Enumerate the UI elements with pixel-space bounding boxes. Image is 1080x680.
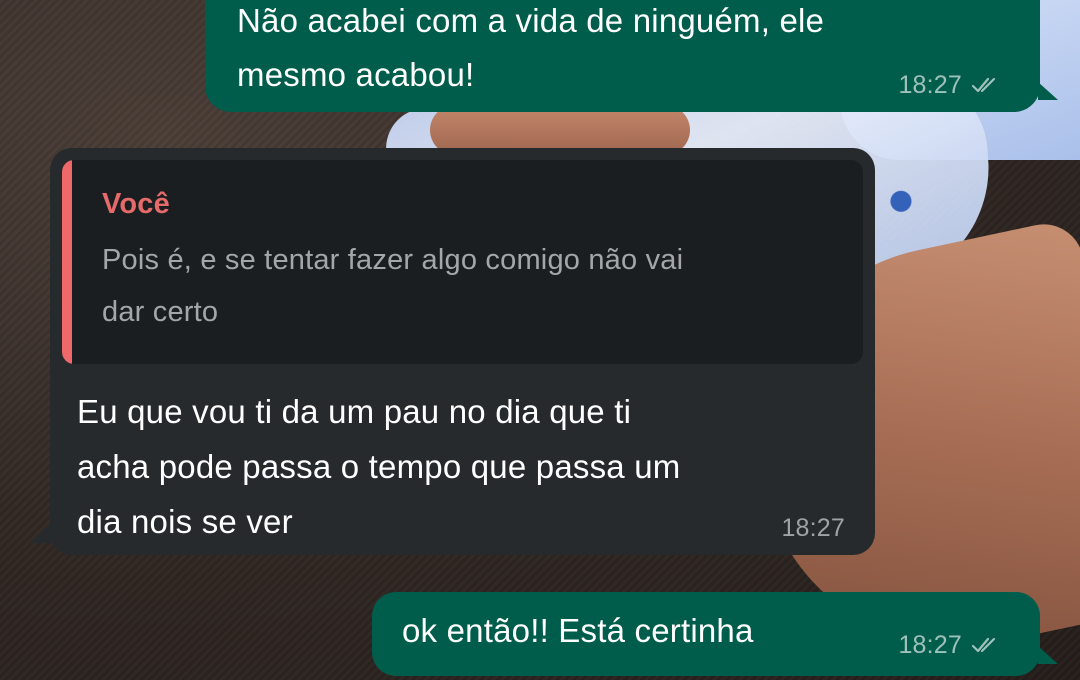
double-check-icon xyxy=(970,634,1000,656)
quoted-message[interactable]: Você Pois é, e se tentar fazer algo comi… xyxy=(62,160,863,364)
message-meta: 18:27 xyxy=(781,513,845,543)
message-time: 18:27 xyxy=(898,631,962,659)
message-text-line: Eu que vou ti da um pau no dia que ti xyxy=(77,393,632,430)
message-time: 18:27 xyxy=(898,71,962,99)
quoted-text-line: Pois é, e se tentar fazer algo comigo nã… xyxy=(102,244,684,276)
message-text-line: Não acabei com a vida de ninguém, ele xyxy=(237,2,825,39)
message-bubble-outgoing[interactable]: Não acabei com a vida de ninguém, ele me… xyxy=(205,0,1058,112)
bubble-tail xyxy=(1038,646,1058,664)
message-meta: 18:27 xyxy=(898,630,1000,660)
quoted-author: Você xyxy=(102,188,170,220)
double-check-icon xyxy=(970,74,1000,96)
message-time: 18:27 xyxy=(781,514,845,542)
message-text-line: dia nois se ver xyxy=(77,503,293,540)
quote-accent-bar xyxy=(62,160,72,364)
message-text-line: acha pode passa o tempo que passa um xyxy=(77,448,681,485)
message-bubble-incoming[interactable]: Você Pois é, e se tentar fazer algo comi… xyxy=(30,148,875,555)
message-meta: 18:27 xyxy=(898,70,1000,100)
quoted-text-line: dar certo xyxy=(102,296,219,328)
bubble-tail xyxy=(1038,82,1058,100)
message-text-line: mesmo acabou! xyxy=(237,56,475,93)
message-bubble-outgoing[interactable]: ok então!! Está certinha 18:27 xyxy=(372,592,1058,676)
bubble-tail xyxy=(30,521,52,543)
